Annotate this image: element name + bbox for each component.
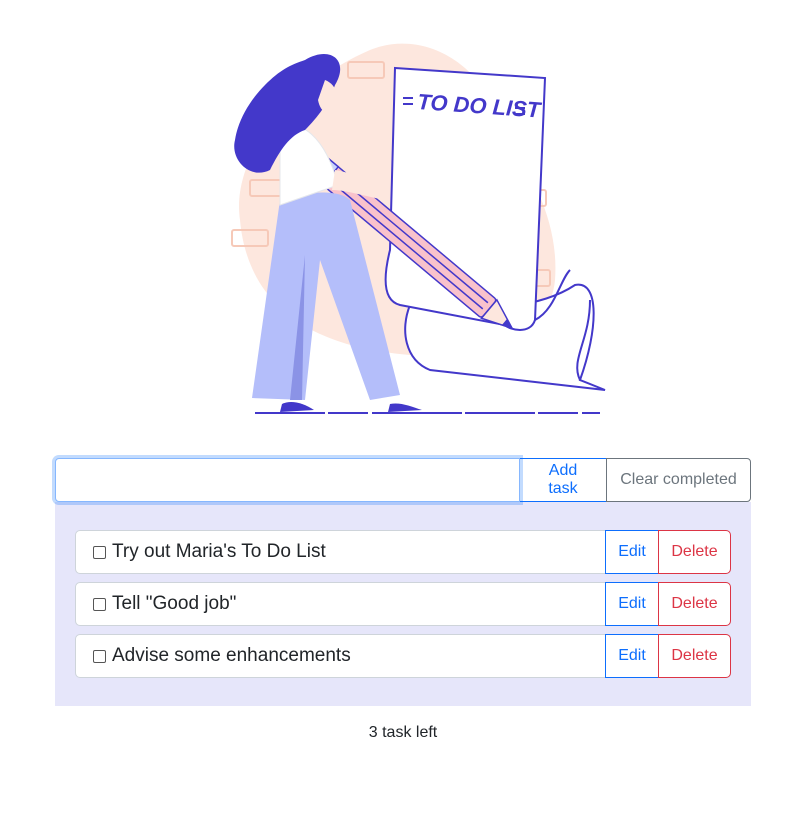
task-list: Try out Maria's To Do List Edit Delete T… <box>55 502 751 706</box>
task-input[interactable] <box>55 458 520 502</box>
add-task-form: Add task Clear completed <box>55 458 751 502</box>
task-label: Tell "Good job" <box>112 593 237 614</box>
edit-task-button[interactable]: Edit <box>605 530 659 574</box>
task-checkbox[interactable] <box>93 649 106 663</box>
clear-completed-button[interactable]: Clear completed <box>606 458 751 502</box>
task-label: Advise some enhancements <box>112 645 351 666</box>
edit-task-button[interactable]: Edit <box>605 634 659 678</box>
task-main: Tell "Good job" <box>75 582 606 626</box>
edit-task-button[interactable]: Edit <box>605 582 659 626</box>
delete-task-button[interactable]: Delete <box>658 582 731 626</box>
task-item: Tell "Good job" Edit Delete <box>75 582 731 626</box>
delete-task-button[interactable]: Delete <box>658 530 731 574</box>
hero-illustration: TO DO LIST <box>210 40 610 420</box>
task-label: Try out Maria's To Do List <box>112 541 326 562</box>
delete-task-button[interactable]: Delete <box>658 634 731 678</box>
task-checkbox[interactable] <box>93 597 106 611</box>
tasks-left-count: 3 task left <box>368 724 438 741</box>
task-main: Advise some enhancements <box>75 634 606 678</box>
task-checkbox[interactable] <box>93 545 106 559</box>
todo-illustration: TO DO LIST <box>231 43 606 414</box>
task-main: Try out Maria's To Do List <box>75 530 606 574</box>
task-item: Advise some enhancements Edit Delete <box>75 634 731 678</box>
task-item: Try out Maria's To Do List Edit Delete <box>75 530 731 574</box>
add-task-button[interactable]: Add task <box>519 458 607 502</box>
